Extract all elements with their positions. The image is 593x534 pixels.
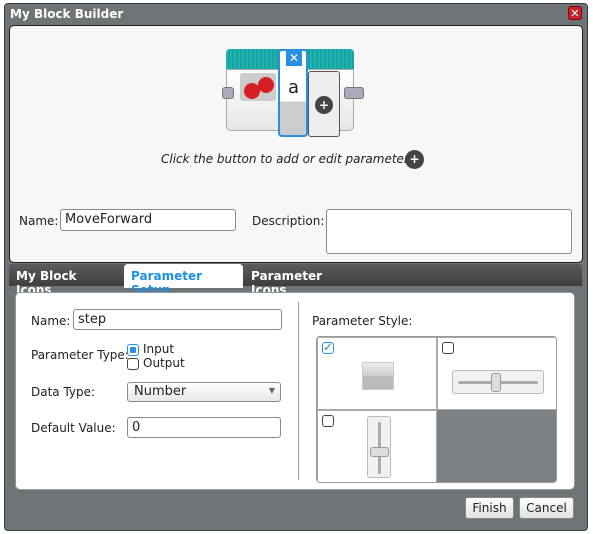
style-option-plug[interactable]: ✓ [317, 337, 437, 410]
vertical-slider-icon [367, 416, 391, 478]
my-block-preview: a ✕ + [222, 49, 364, 137]
finish-button[interactable]: Finish [465, 497, 514, 519]
tab-my-block-icons[interactable]: My Block Icons [9, 264, 123, 297]
output-radio-label: Output [143, 356, 185, 370]
hslider-style-checkbox[interactable] [442, 342, 454, 354]
output-radio[interactable] [127, 358, 139, 370]
default-value-label: Default Value: [31, 421, 116, 435]
horizontal-slider-icon [452, 370, 544, 394]
param-name-label: Name: [31, 314, 71, 328]
data-type-select[interactable]: Number ▼ [127, 382, 281, 402]
remove-parameter-icon[interactable]: ✕ [286, 50, 302, 66]
description-input[interactable] [326, 209, 572, 254]
close-icon[interactable]: ✕ [568, 6, 582, 20]
window-title: My Block Builder [10, 7, 124, 21]
default-value-input[interactable]: 0 [127, 417, 281, 438]
param-type-label: Parameter Type: [31, 348, 129, 362]
plus-icon: + [315, 96, 333, 114]
cancel-button[interactable]: Cancel [519, 497, 574, 519]
tab-parameter-icons[interactable]: Parameter Icons [244, 264, 362, 297]
hint-text: Click the button to add or edit paramete… [161, 152, 419, 166]
style-option-horizontal-slider[interactable] [437, 337, 556, 410]
input-connector [222, 87, 234, 99]
input-radio-label: Input [143, 342, 175, 356]
data-type-value: Number [134, 384, 187, 399]
plug-style-checkbox[interactable]: ✓ [322, 341, 334, 354]
style-grid: ✓ [316, 336, 557, 483]
add-parameter-slot[interactable]: + [308, 71, 340, 137]
divider [298, 302, 299, 480]
motor-icon [240, 73, 276, 101]
block-name-input[interactable]: MoveForward [60, 209, 236, 231]
param-style-label: Parameter Style: [312, 314, 413, 328]
name-label: Name: [19, 214, 59, 228]
parameter-letter: a [288, 77, 300, 98]
input-radio[interactable] [127, 344, 139, 356]
output-connector [344, 87, 364, 99]
chevron-down-icon: ▼ [268, 386, 275, 395]
description-label: Description: [252, 214, 325, 228]
plug-icon [362, 362, 394, 390]
style-option-vertical-slider[interactable] [317, 410, 437, 482]
vslider-style-checkbox[interactable] [322, 415, 334, 427]
param-name-input[interactable]: step [73, 309, 282, 330]
tab-parameter-setup[interactable]: Parameter Setup [124, 264, 243, 297]
data-type-label: Data Type: [31, 385, 96, 399]
add-parameter-button[interactable]: + [405, 150, 424, 169]
